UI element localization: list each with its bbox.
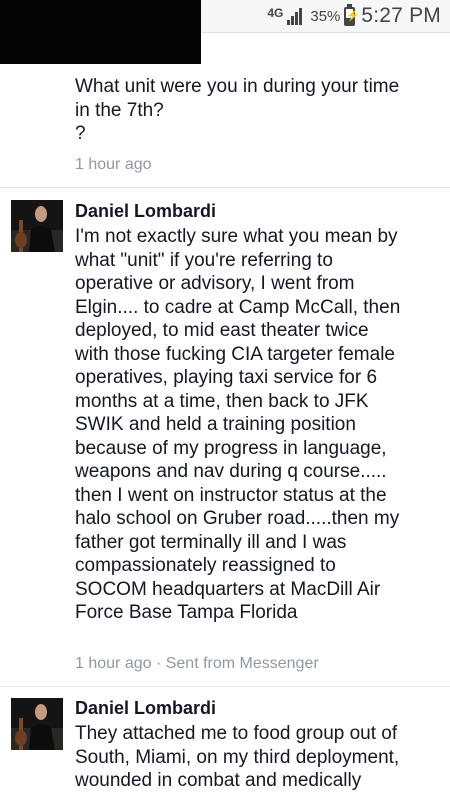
message-line: They attached me to food group out of xyxy=(75,723,398,744)
message-line: then I went on instructor status at the xyxy=(75,484,387,506)
message-divider xyxy=(0,686,450,687)
avatar[interactable] xyxy=(11,698,63,750)
avatar-photo-icon xyxy=(11,200,63,252)
message-line: SWIK and held a training position xyxy=(75,414,356,435)
message-line: Elgin.... to cadre at Camp McCall, then xyxy=(75,296,401,318)
message-body: What unit were you in during your time i… xyxy=(75,75,443,146)
battery-percentage: 35% xyxy=(310,7,341,25)
message-line: operatives, playing taxi service for 6 xyxy=(75,367,378,388)
message-body: I'm not exactly sure what you mean by wh… xyxy=(75,225,443,625)
message-timestamp: 1 hour ago xyxy=(75,156,152,173)
message-divider xyxy=(0,187,450,188)
message-line: What unit were you in during your time xyxy=(75,76,400,97)
avatar-photo-icon xyxy=(11,698,63,750)
clock: 5:27 PM xyxy=(361,4,441,27)
message-line: halo school on Gruber road.....then my xyxy=(75,508,400,529)
message-line: SOCOM headquarters at MacDill Air xyxy=(75,578,381,600)
message-line: weapons and nav during q course..... xyxy=(75,461,387,482)
message-line: compassionately reassigned to xyxy=(75,555,336,576)
message-body: They attached me to food group out of So… xyxy=(75,722,443,793)
battery-charging-icon: ⚡ xyxy=(344,3,360,26)
message-line: operative or advisory, I went from xyxy=(75,273,355,294)
redacted-block xyxy=(0,0,201,64)
message-timestamp: 1 hour ago · Sent from Messenger xyxy=(75,655,319,672)
message-line: I'm not exactly sure what you mean by xyxy=(75,226,398,247)
message-line: deployed, to mid east theater twice xyxy=(75,320,369,341)
message-line: months at a time, then back to JFK xyxy=(75,390,369,412)
sender-name[interactable]: Daniel Lombardi xyxy=(75,201,216,222)
message-line: wounded in combat and medically xyxy=(75,770,362,791)
message-line: in the 7th? xyxy=(75,99,164,121)
message-line: what "unit" if you're referring to xyxy=(75,249,333,271)
message-line: Force Base Tampa Florida xyxy=(75,602,298,623)
sender-name[interactable]: Daniel Lombardi xyxy=(75,698,216,719)
message-line: ? xyxy=(75,123,86,144)
signal-strength-icon xyxy=(286,7,303,25)
message-line: because of my progress in language, xyxy=(75,437,387,459)
message-line: South, Miami, on my third deployment, xyxy=(75,746,400,768)
message-line: father got terminally ill and I was xyxy=(75,531,347,553)
message-line: with those fucking CIA targeter female xyxy=(75,343,395,365)
network-type-indicator: 4G xyxy=(267,6,284,20)
avatar[interactable] xyxy=(11,200,63,252)
